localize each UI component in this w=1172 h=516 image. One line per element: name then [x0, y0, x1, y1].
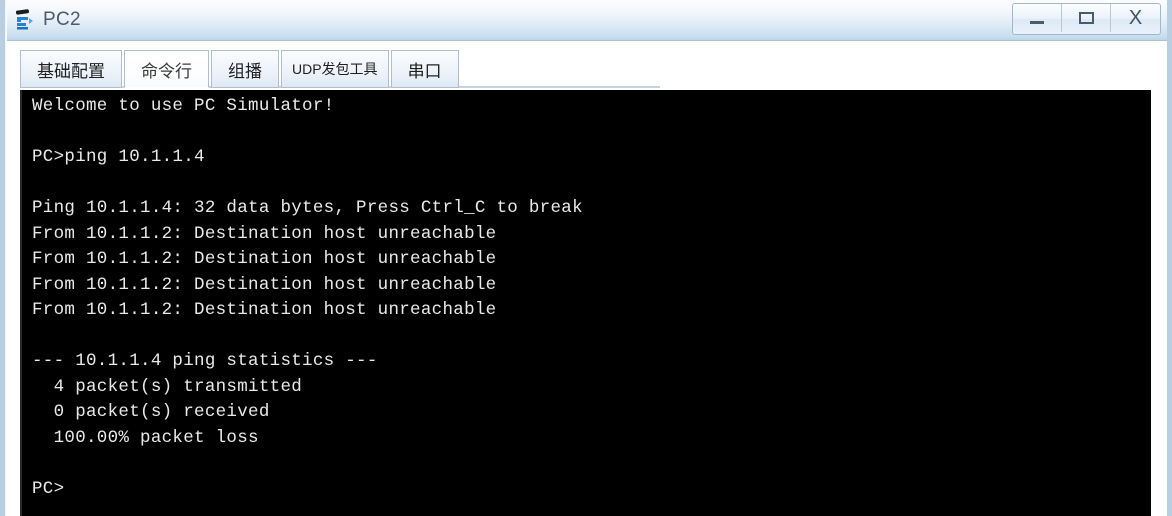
- tab-basic-config-label: 基础配置: [37, 61, 105, 81]
- maximize-icon: [1078, 12, 1094, 24]
- minimize-button[interactable]: [1013, 4, 1062, 32]
- maximize-button[interactable]: [1062, 4, 1111, 32]
- terminal-line: 0 packet(s) received: [32, 402, 270, 422]
- title-bar: PC2 X: [5, 0, 1167, 41]
- pc2-window: PC2 X 基础配置 命令行 组播 UDP发包工具 串口 Welcome to …: [0, 0, 1172, 516]
- tab-strip: 基础配置 命令行 组播 UDP发包工具 串口: [5, 41, 1167, 90]
- tab-serial-port-label: 串口: [407, 61, 442, 81]
- terminal-line: PC>: [32, 478, 65, 499]
- terminal-line: From 10.1.1.2: Destination host unreacha…: [32, 300, 497, 320]
- terminal-output: Welcome to use PC Simulator! PC>ping 10.…: [22, 90, 1151, 502]
- tab-multicast[interactable]: 组播: [211, 50, 279, 88]
- terminal-line: From 10.1.1.2: Destination host unreacha…: [32, 274, 497, 295]
- terminal-line: Ping 10.1.1.4: 32 data bytes, Press Ctrl…: [32, 198, 583, 218]
- window-controls: X: [1012, 3, 1161, 35]
- pc-network-icon: [14, 9, 36, 31]
- window-title: PC2: [43, 8, 81, 30]
- terminal-line: 4 packet(s) transmitted: [32, 376, 303, 397]
- title-bar-left: PC2: [14, 0, 81, 40]
- tab-multicast-label: 组播: [228, 61, 262, 81]
- terminal-line: 100.00% packet loss: [32, 427, 259, 448]
- terminal-line: From 10.1.1.2: Destination host unreacha…: [32, 249, 497, 269]
- minimize-icon: [1030, 21, 1044, 24]
- tab-udp-tool-label: UDP发包工具: [292, 61, 378, 77]
- tab-command-line-label: 命令行: [141, 61, 192, 81]
- terminal-line: --- 10.1.1.4 ping statistics ---: [32, 351, 378, 371]
- terminal-line: Welcome to use PC Simulator!: [32, 96, 335, 116]
- tab-udp-tool[interactable]: UDP发包工具: [281, 50, 389, 88]
- terminal-line: From 10.1.1.2: Destination host unreacha…: [32, 223, 497, 244]
- terminal-line: PC>ping 10.1.1.4: [32, 147, 205, 167]
- tab-list: 基础配置 命令行 组播 UDP发包工具 串口: [20, 50, 461, 88]
- tab-serial-port[interactable]: 串口: [390, 50, 459, 88]
- tab-command-line[interactable]: 命令行: [124, 50, 209, 88]
- terminal-console[interactable]: Welcome to use PC Simulator! PC>ping 10.…: [20, 90, 1151, 516]
- close-button[interactable]: X: [1111, 4, 1160, 32]
- close-icon: X: [1128, 7, 1143, 29]
- tab-basic-config[interactable]: 基础配置: [20, 50, 122, 88]
